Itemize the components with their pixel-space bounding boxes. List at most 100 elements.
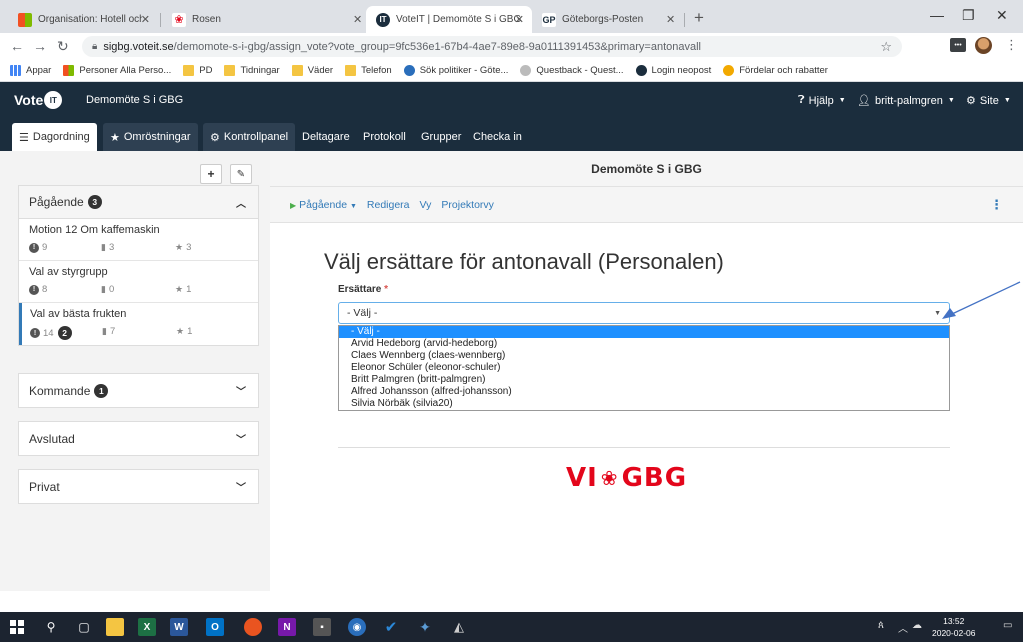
back-icon[interactable]: ← <box>10 38 24 54</box>
agenda-item-selected[interactable]: Val av bästa frukten ! 14 2 ▮ 7 ★ 1 <box>19 303 258 345</box>
closed-panel[interactable]: Avslutad ﹀ <box>18 421 259 456</box>
substitute-select[interactable]: - Välj - ▼ <box>338 302 950 324</box>
dropdown-option[interactable]: - Välj - <box>339 326 949 338</box>
app-icon[interactable]: ▪ <box>313 618 331 636</box>
dropdown-option[interactable]: Arvid Hedeborg (arvid-hedeborg) <box>339 338 949 350</box>
edit-agenda-button[interactable]: ✎ <box>230 164 252 184</box>
browser-tab-rosen[interactable]: ❀ Rosen <box>162 6 312 33</box>
count-badge: 1 <box>94 383 109 398</box>
url-path: /demomote-s-i-gbg/assign_vote?vote_group… <box>173 40 702 53</box>
window-close-button[interactable]: ✕ <box>996 7 1008 24</box>
task-view-icon[interactable]: ▢ <box>75 618 93 636</box>
upcoming-panel[interactable]: Kommande 1 ﹀ <box>18 373 259 408</box>
clock[interactable]: 13:52 2020-02-06 <box>932 615 975 639</box>
chrome-icon[interactable] <box>244 618 262 636</box>
bookmark-sok-politiker[interactable]: Sök politiker - Göte... <box>403 65 508 76</box>
dropdown-option[interactable]: Alfred Johansson (alfred-johansson) <box>339 386 949 398</box>
onedrive-icon[interactable]: ☁ <box>912 620 922 631</box>
browser-tab-gp[interactable]: GP Göteborgs-Posten <box>532 6 643 33</box>
bookmark-star-icon[interactable]: ☆ <box>880 39 892 55</box>
closed-panel-header[interactable]: Avslutad ﹀ <box>19 422 258 455</box>
add-agenda-item-button[interactable]: + <box>200 164 222 184</box>
comment-icon: ▮ <box>101 284 106 294</box>
dropdown-option[interactable]: Eleonor Schüler (eleonor-schuler) <box>339 362 949 374</box>
meeting-name[interactable]: Demomöte S i GBG <box>86 94 183 106</box>
maximize-button[interactable]: ❐ <box>962 7 975 24</box>
bookmark-questback[interactable]: Questback - Quest... <box>520 65 624 76</box>
tab-deltagare[interactable]: Deltagare <box>296 123 356 151</box>
tab-checka-in[interactable]: Checka in <box>467 123 528 151</box>
people-icon[interactable]: ጰ <box>878 620 884 631</box>
more-options-icon[interactable]: ⋮ <box>990 197 1003 213</box>
edit-link[interactable]: Redigera <box>367 199 410 211</box>
search-icon[interactable]: ⚲ <box>42 618 60 636</box>
browser-tab-voteit[interactable]: IT VoteIT | Demomöte S i GBG ✕ <box>366 6 532 33</box>
private-panel-header[interactable]: Privat ﹀ <box>19 470 258 503</box>
app-icon[interactable]: ✦ <box>416 618 434 636</box>
forward-icon[interactable]: → <box>33 38 47 54</box>
windows-start-icon[interactable] <box>8 618 26 636</box>
projector-view-link[interactable]: Projektorvy <box>441 199 494 211</box>
notifications-icon[interactable]: ▭ <box>1003 620 1012 631</box>
dropdown-option[interactable]: Claes Wennberg (claes-wennberg) <box>339 350 949 362</box>
file-explorer-icon[interactable] <box>106 618 124 636</box>
star-icon: ★ <box>175 242 184 252</box>
checkmark-icon[interactable]: ✔ <box>382 618 400 636</box>
extension-icon[interactable]: ••• <box>950 38 966 52</box>
bookmark-apps[interactable]: Appar <box>10 65 51 76</box>
bookmark-neopost[interactable]: Login neopost <box>635 65 711 76</box>
profile-avatar[interactable] <box>975 37 992 54</box>
onenote-icon[interactable]: N <box>278 618 296 636</box>
view-link[interactable]: Vy <box>420 199 432 211</box>
user-menu[interactable]: 👤︎ britt-palmgren ▼ <box>857 94 955 108</box>
tab-omrostningar[interactable]: ★ Omröstningar <box>103 123 198 151</box>
poll-count: ★ 1 <box>175 284 192 295</box>
excel-icon[interactable]: X <box>138 618 156 636</box>
url-input[interactable]: 🔒︎ sigbg.voteit.se/demomote-s-i-gbg/assi… <box>82 36 902 57</box>
app-icon[interactable]: ◉ <box>348 618 366 636</box>
close-icon[interactable]: ✕ <box>666 13 675 26</box>
exclamation-icon: ! <box>29 284 39 295</box>
tab-grupper[interactable]: Grupper <box>415 123 467 151</box>
bookmark-telefon[interactable]: Telefon <box>345 65 392 76</box>
bookmark-personer[interactable]: Personer Alla Perso... <box>63 65 171 76</box>
tab-protokoll[interactable]: Protokoll <box>357 123 412 151</box>
discussion-count: ▮ 7 <box>102 326 116 337</box>
ongoing-state-menu[interactable]: ▶ Pågående ▼ <box>290 199 357 211</box>
close-icon[interactable]: ✕ <box>353 13 362 26</box>
discussion-count: ▮ 3 <box>101 242 115 253</box>
browser-tab-organisation[interactable]: Organisation: Hotell och restaurangbrans… <box>8 6 158 33</box>
count-badge: 3 <box>87 195 102 209</box>
voteit-icon: IT <box>376 12 390 27</box>
browser-menu-icon[interactable]: ⋮ <box>1005 37 1018 53</box>
photos-icon[interactable]: ◭ <box>450 618 468 636</box>
bookmark-vader[interactable]: Väder <box>291 65 333 76</box>
dropdown-option[interactable]: Britt Palmgren (britt-palmgren) <box>339 374 949 386</box>
private-panel[interactable]: Privat ﹀ <box>18 469 259 504</box>
close-icon[interactable]: ✕ <box>141 13 150 26</box>
site-menu[interactable]: ⚙ Site ▼ <box>966 94 1011 108</box>
word-icon[interactable]: W <box>170 618 188 636</box>
comment-icon: ▮ <box>102 326 107 336</box>
ongoing-panel-header[interactable]: Pågående 3 ︿ <box>19 186 258 219</box>
new-tab-button[interactable]: + <box>694 8 704 28</box>
close-icon[interactable]: ✕ <box>515 13 524 26</box>
bookmark-tidningar[interactable]: Tidningar <box>224 65 280 76</box>
chevron-up-icon[interactable]: ︿ <box>898 620 908 635</box>
agenda-item[interactable]: Motion 12 Om kaffemaskin ! 9 ▮ 3 ★ 3 <box>19 219 258 261</box>
bookmark-fordelar[interactable]: Fördelar och rabatter <box>723 65 828 76</box>
dropdown-option[interactable]: Silvia Nörbäk (silvia20) <box>339 398 949 410</box>
upcoming-panel-header[interactable]: Kommande 1 ﹀ <box>19 374 258 407</box>
caret-down-icon: ▼ <box>838 97 846 104</box>
outlook-icon[interactable]: O <box>206 618 224 636</box>
reload-icon[interactable]: ↻ <box>57 38 69 55</box>
app-navbar: Vote IT Demomöte S i GBG ❓︎ Hjälp ▼ 👤︎ bri… <box>0 82 1023 118</box>
help-menu[interactable]: ❓︎ Hjälp ▼ <box>798 94 846 107</box>
tab-dagordning[interactable]: ☰ Dagordning <box>12 123 97 151</box>
bookmark-pd[interactable]: PD <box>183 65 212 76</box>
minimize-button[interactable]: — <box>930 7 944 23</box>
agenda-item[interactable]: Val av styrgrupp ! 8 ▮ 0 ★ 1 <box>19 261 258 303</box>
voteit-logo[interactable]: Vote IT <box>14 91 63 109</box>
folder-icon <box>345 65 357 76</box>
tab-kontrollpanel[interactable]: ⚙ Kontrollpanel <box>203 123 296 151</box>
